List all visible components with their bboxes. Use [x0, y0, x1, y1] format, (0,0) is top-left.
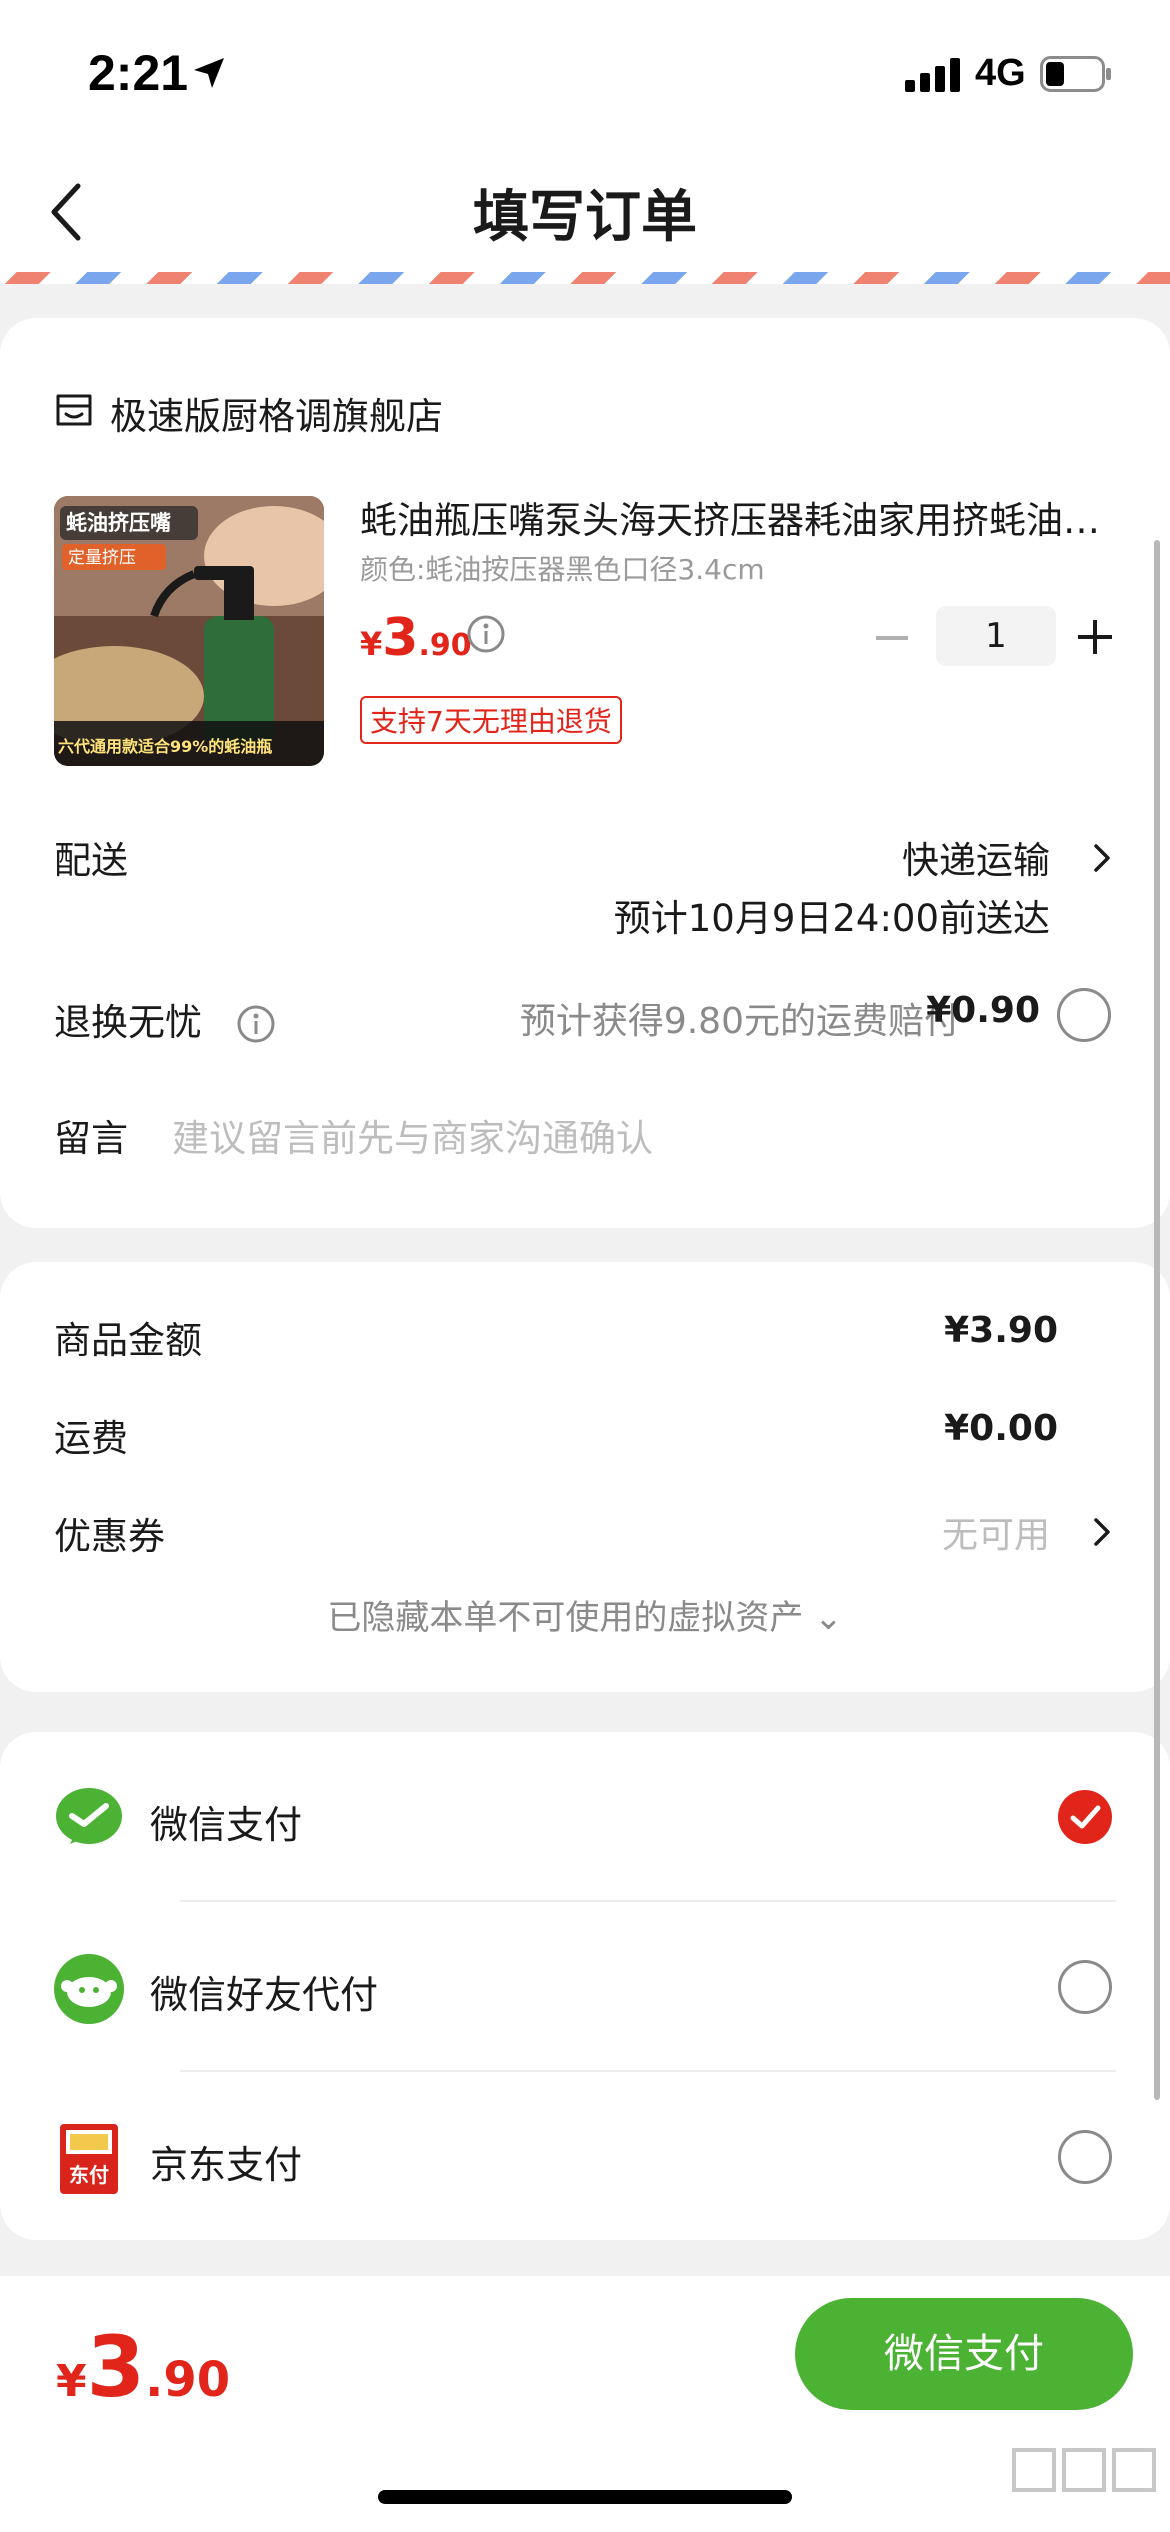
- check-icon: [1070, 1805, 1101, 1829]
- message-input[interactable]: 建议留言前先与商家沟通确认: [172, 1108, 653, 1162]
- product-photo: 蚝油挤压嘴 定量挤压 六代通用款适合99%的蚝油瓶: [54, 496, 324, 766]
- info-icon[interactable]: [466, 614, 506, 654]
- jd-icon-text: 东付: [69, 2163, 109, 2187]
- payment-label: 京东支付: [150, 2143, 303, 2187]
- product-spec[interactable]: 颜色:蚝油按压器黑色口径3.4cm: [360, 548, 1060, 588]
- product-image[interactable]: 蚝油挤压嘴 定量挤压 六代通用款适合99%的蚝油瓶: [54, 496, 324, 766]
- image-badge-text: 蚝油挤压嘴: [66, 511, 171, 535]
- nav-bar: 填写订单: [0, 150, 1170, 278]
- return-worry-text: 预计获得9.80元的运费赔付: [519, 1001, 960, 1042]
- coupon-label: 优惠券: [54, 1515, 165, 1558]
- total-currency: ¥: [56, 2356, 87, 2407]
- return-worry-price: ¥0.90: [926, 990, 1040, 1031]
- network-label: 4G: [975, 52, 1026, 94]
- home-indicator[interactable]: [378, 2490, 792, 2504]
- payment-radio-selected[interactable]: [1058, 1790, 1112, 1844]
- total-price: ¥3.90: [56, 2318, 230, 2416]
- quantity-input[interactable]: 1: [936, 606, 1056, 666]
- image-footer-text: 六代通用款适合99%的蚝油瓶: [58, 737, 272, 756]
- payment-radio[interactable]: [1058, 1960, 1112, 2014]
- wechat-pay-icon: [56, 1788, 122, 1844]
- shipping-label: 运费: [54, 1417, 128, 1460]
- price-decimal: .90: [418, 628, 472, 663]
- checkout-bar: ¥3.90 微信支付: [0, 2276, 1170, 2532]
- battery-icon: [1040, 56, 1111, 92]
- airmail-divider: [0, 272, 1170, 284]
- wechat-friend-pay-icon: [54, 1954, 124, 2024]
- return-worry-radio[interactable]: [1057, 988, 1111, 1042]
- image-badge-sub-text: 定量挤压: [68, 548, 136, 568]
- payment-card: 微信支付 微信好友代付 东付 京东支付: [0, 1732, 1170, 2240]
- pay-button[interactable]: 微信支付: [795, 2298, 1133, 2410]
- shipping-value: ¥0.00: [944, 1408, 1058, 1449]
- payment-label: 微信好友代付: [150, 1973, 379, 2017]
- coupon-value[interactable]: 无可用: [942, 1506, 1050, 1558]
- product-title[interactable]: 蚝油瓶压嘴泵头海天挤压器耗油家用挤蚝油神器: [360, 490, 1120, 544]
- jd-pay-icon: 东付: [60, 2124, 118, 2194]
- info-icon[interactable]: [236, 1004, 276, 1044]
- delivery-label: 配送: [54, 839, 128, 882]
- payment-option-jd[interactable]: 东付 京东支付: [0, 2072, 1170, 2242]
- status-time: 2:21: [88, 45, 189, 101]
- total-decimal: .90: [145, 2352, 231, 2408]
- page-title: 填写订单: [473, 185, 697, 250]
- message-label: 留言: [54, 1117, 128, 1160]
- payment-option-wechat-friend[interactable]: 微信好友代付: [0, 1902, 1170, 2072]
- payment-label: 微信支付: [150, 1803, 303, 1847]
- plus-icon[interactable]: [1078, 620, 1112, 654]
- price-integer: 3: [382, 608, 419, 668]
- goods-amount-label: 商品金额: [54, 1319, 202, 1362]
- location-arrow-icon: [194, 58, 224, 88]
- signal-icon: [905, 58, 961, 92]
- chevron-right-icon[interactable]: [1090, 840, 1114, 876]
- status-bar: 2:21 4G: [0, 0, 1170, 150]
- return-worry-label: 退换无忧: [54, 1001, 202, 1044]
- product-price: ¥3.90: [360, 608, 472, 668]
- total-integer: 3: [86, 2318, 146, 2416]
- shop-icon: [56, 394, 92, 426]
- chevron-right-icon[interactable]: [1090, 1514, 1114, 1550]
- payment-radio[interactable]: [1058, 2130, 1112, 2184]
- return-policy-tag: 支持7天无理由退货: [360, 696, 622, 744]
- scrollbar[interactable]: [1154, 540, 1160, 2100]
- hidden-assets-toggle[interactable]: 已隐藏本单不可使用的虚拟资产 ⌄: [0, 1590, 1170, 1639]
- shop-name: 极速版厨格调旗舰店: [110, 395, 443, 438]
- order-card: 极速版厨格调旗舰店 蚝油挤压嘴 定量挤压 六代通用款适合99%的蚝油瓶 蚝油瓶压…: [0, 318, 1170, 1228]
- delivery-method[interactable]: 快递运输: [902, 830, 1050, 884]
- minus-icon[interactable]: [876, 636, 908, 640]
- watermark-logo: [1012, 2448, 1156, 2492]
- delivery-eta: 预计10月9日24:00前送达: [613, 897, 1050, 940]
- price-currency: ¥: [360, 625, 383, 663]
- goods-amount-value: ¥3.90: [944, 1310, 1058, 1351]
- cost-card: 商品金额 ¥3.90 运费 ¥0.00 优惠券 无可用 已隐藏本单不可使用的虚拟…: [0, 1262, 1170, 1692]
- payment-option-wechat[interactable]: 微信支付: [0, 1732, 1170, 1902]
